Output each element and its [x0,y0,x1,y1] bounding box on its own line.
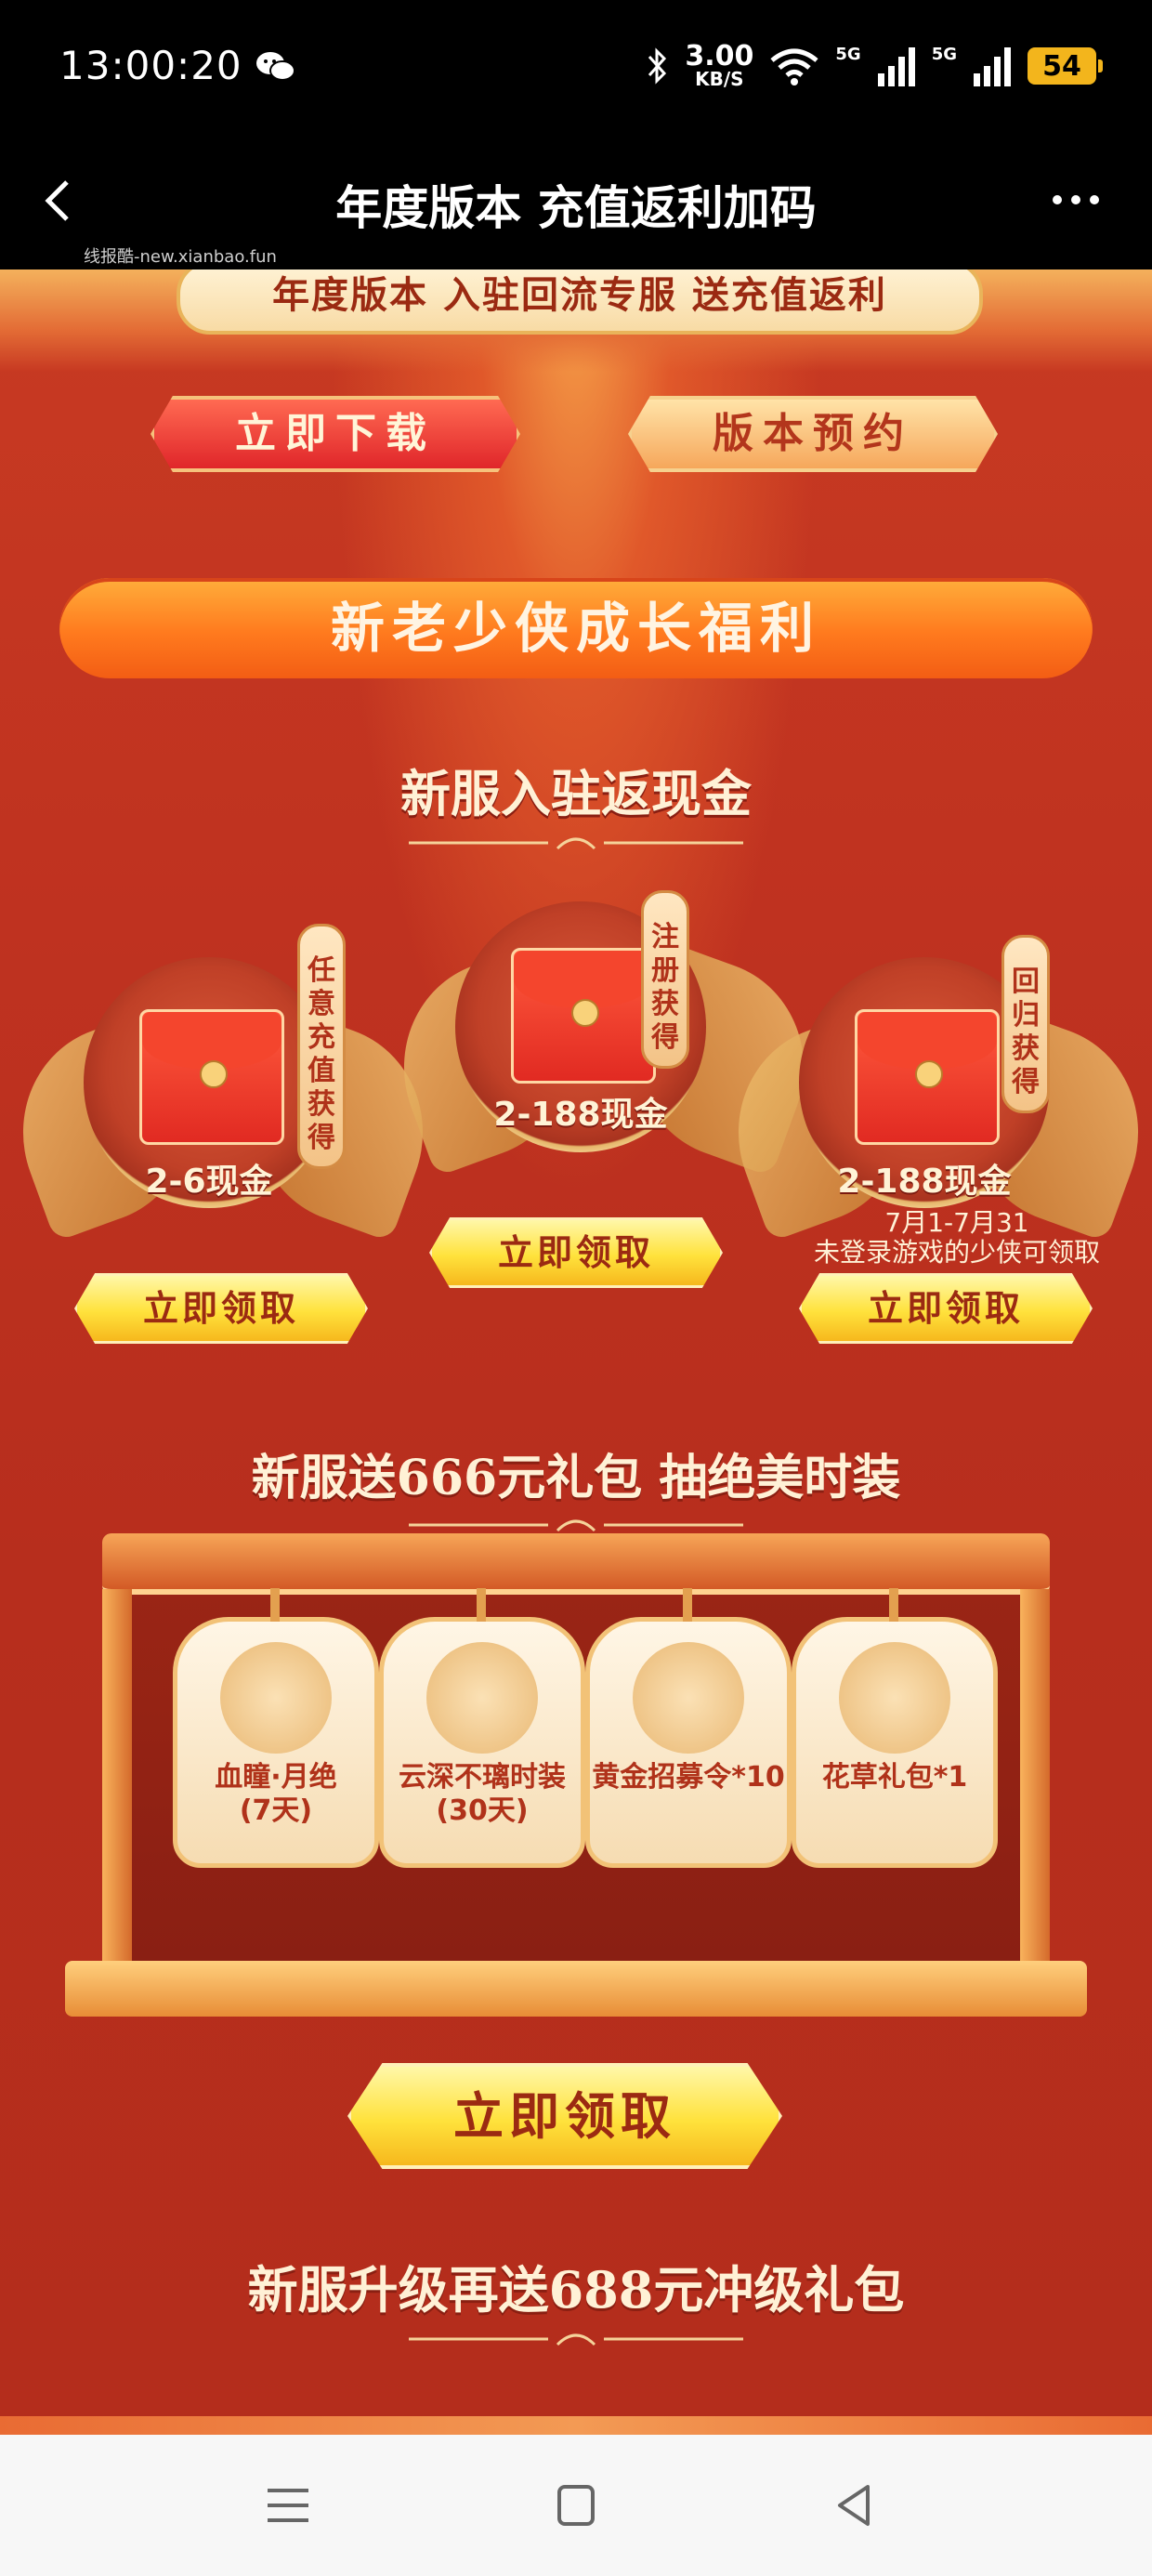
status-bar: 13:00:20 3.00 KB/S 5G 5G 54 [0,0,1152,139]
note-condition: 未登录游戏的少侠可领取 [813,1237,1100,1268]
gift-heading: 新服送666元礼包 抽绝美时装 [0,1439,1152,1534]
cashback-amount: 2-188现金 [493,1096,668,1134]
pavilion-roof [102,1533,1050,1595]
red-packet-icon [855,1009,1000,1145]
net-speed: 3.00 KB/S [685,40,754,90]
note-date: 7月1-7月31 [884,1207,1029,1238]
gift-label: 云深不璃时装 (30天) [384,1761,581,1828]
cashback-card-3: 2-188现金 回归获得 [707,935,1152,1242]
ornament-divider-icon [409,1519,743,1532]
back-nav-icon[interactable] [827,2479,883,2531]
levelup-heading: 新服升级再送688元冲级礼包 [0,2249,1152,2348]
red-packet-icon [511,948,656,1084]
gift-duration: (30天) [436,1794,529,1827]
more-icon[interactable] [1048,186,1104,214]
gift-name: 云深不璃时装 [399,1761,566,1794]
sim2-type: 5G [931,45,957,64]
title-bar: 年度版本 充值返利加码 线报酷-new.xianbao.fun [0,139,1152,269]
system-nav-bar [0,2435,1152,2576]
wechat-icon [256,52,295,81]
mount-icon [220,1642,332,1754]
reserve-button[interactable]: 版本预约 [628,396,998,472]
cashback-card-2: 2-188现金 注册获得 [373,890,835,1177]
claim-button-2[interactable]: 立即领取 [429,1217,723,1288]
watermark-text: 线报酷-new.xianbao.fun [84,247,277,267]
battery-icon: 54 [1028,47,1103,85]
app-screen: 13:00:20 3.00 KB/S 5G 5G 54 年度版本 充值返利加码 … [0,0,1152,2576]
cashback-amount: 2-188现金 [837,1163,1012,1201]
page-title: 年度版本 充值返利加码 [335,181,817,235]
gift-name: 黄金招募令*10 [592,1761,785,1794]
web-content: 年度版本 入驻回流专服 送充值返利 立即下载 版本预约 新老少侠成长福利 新服入… [0,269,1152,2435]
hook [477,1588,486,1622]
cashback-note: 7月1-7月31 未登录游戏的少侠可领取 [762,1208,1152,1268]
claim-button-3[interactable]: 立即领取 [799,1273,1093,1344]
gift-name: 血瞳·月绝 [215,1761,337,1794]
status-time: 13:00:20 [59,43,242,88]
hero-banner: 年度版本 入驻回流专服 送充值返利 [177,269,983,335]
bluetooth-icon [648,47,667,85]
status-right-group: 3.00 KB/S 5G 5G 54 [646,40,1103,91]
hook [683,1588,692,1622]
ornament-divider-icon [409,837,743,850]
gift-name: 花草礼包*1 [821,1761,968,1794]
gift-item: 黄金招募令*10 [585,1588,792,1868]
gift-item: 血瞳·月绝 (7天) [173,1588,379,1868]
ornament-divider-icon [409,2333,743,2346]
gift-claim-button[interactable]: 立即领取 [347,2063,782,2169]
pavilion-base [65,1961,1087,2017]
signal-icon [974,47,1011,86]
menu-icon[interactable] [260,2479,316,2531]
gift-label: 花草礼包*1 [796,1761,993,1794]
net-speed-value: 3.00 [685,40,754,72]
cashback-card-1: 2-6现金 任意充值获得 [0,924,454,1242]
net-speed-unit: KB/S [695,68,744,90]
levelup-heading-text: 新服升级再送688元冲级礼包 [247,2260,905,2320]
cashback-amount: 2-6现金 [145,1163,273,1201]
download-button[interactable]: 立即下载 [151,396,520,472]
section-title-pill: 新老少侠成长福利 [59,578,1093,678]
gift-heading-text: 新服送666元礼包 抽绝美时装 [251,1450,901,1506]
gift-box-icon [839,1642,950,1754]
next-section-edge [0,2416,1152,2435]
pavilion-post [102,1589,132,1998]
gift-item: 云深不璃时装 (30天) [379,1588,585,1868]
gift-label: 黄金招募令*10 [590,1761,787,1794]
wifi-icon [770,48,818,85]
battery-level: 54 [1042,49,1081,83]
gift-item: 花草礼包*1 [792,1588,998,1868]
cashback-heading-text: 新服入驻返现金 [400,764,752,823]
cashback-tag: 回归获得 [1001,935,1050,1113]
home-icon[interactable] [548,2479,604,2531]
red-packet-icon [139,1009,284,1145]
cashback-heading: 新服入驻返现金 [0,753,1152,852]
pavilion-post [1020,1589,1050,1998]
token-icon [633,1642,744,1754]
hook [270,1588,280,1622]
claim-button-1[interactable]: 立即领取 [74,1273,368,1344]
gift-pavilion: 血瞳·月绝 (7天) 云深不璃时装 (30天) 黄金招募令*10 花草礼包*1 [65,1533,1087,2035]
gift-duration: (7天) [239,1794,313,1827]
hook [889,1588,898,1622]
costume-icon [426,1642,538,1754]
gift-label: 血瞳·月绝 (7天) [177,1761,374,1828]
signal-icon [877,47,915,86]
cashback-tag: 注册获得 [641,890,689,1069]
cashback-tag: 任意充值获得 [297,924,346,1169]
sim1-type: 5G [835,45,861,64]
